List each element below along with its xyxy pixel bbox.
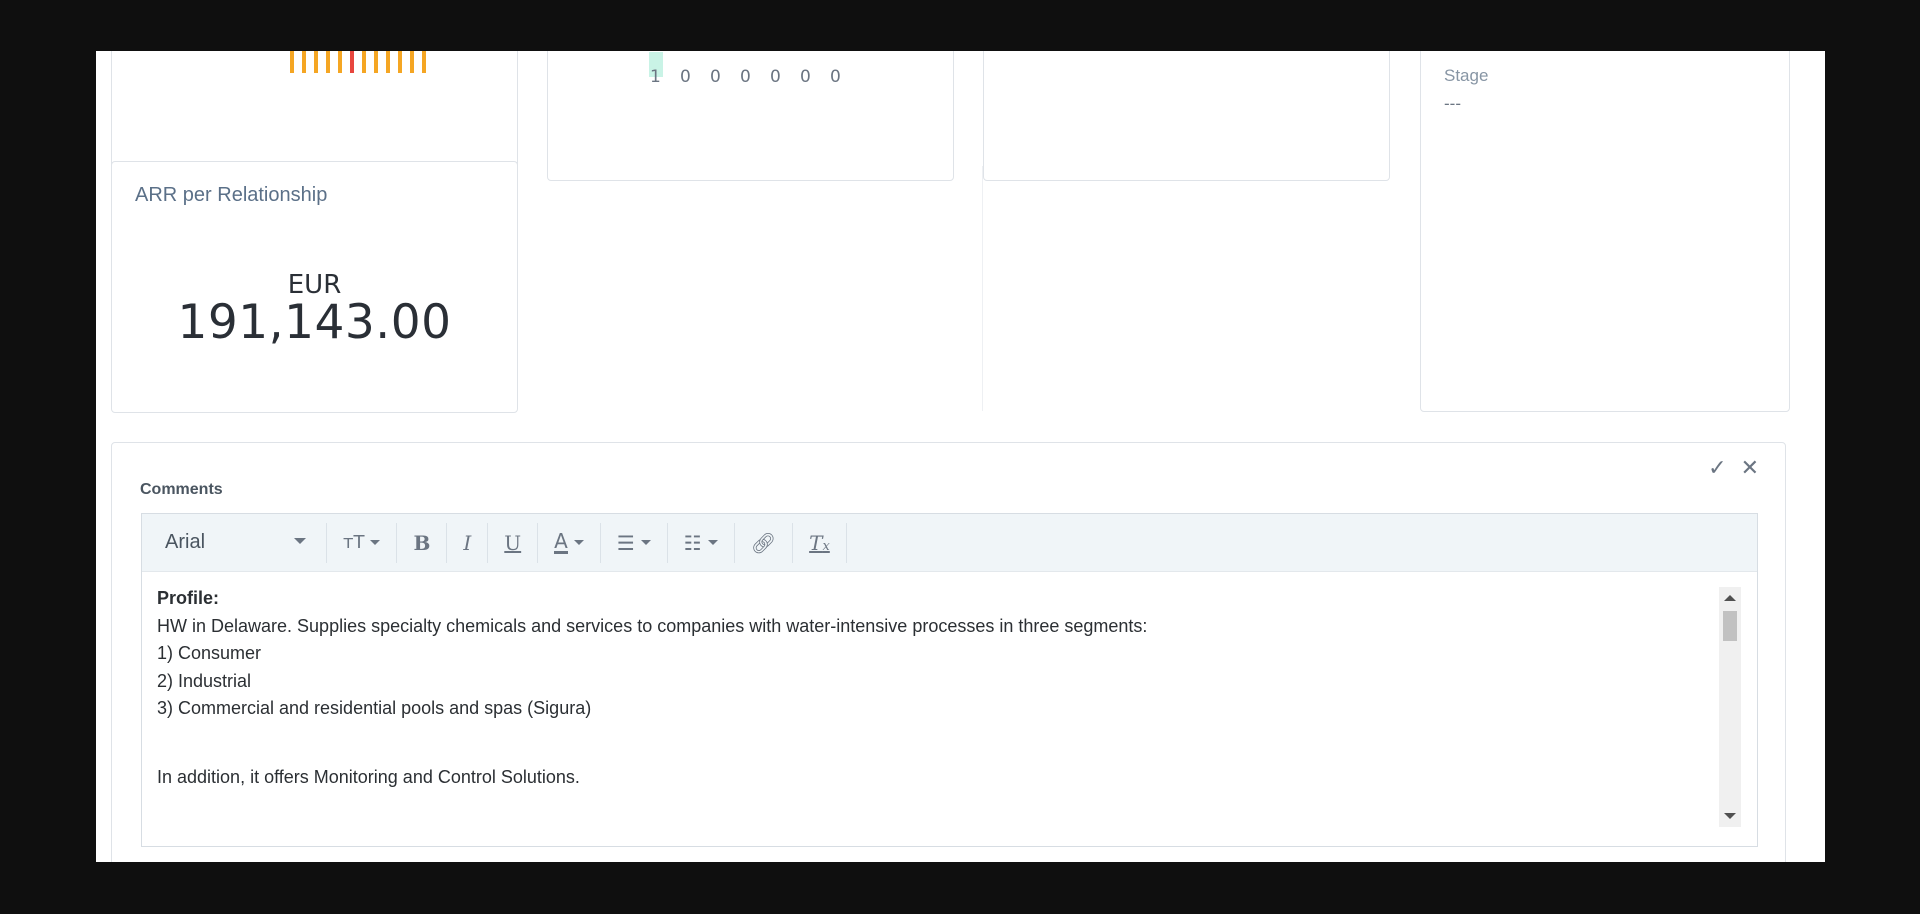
- status-bar: [314, 51, 318, 73]
- kpi-card: ARR per Relationship EUR 191,143.00: [111, 161, 518, 413]
- check-icon[interactable]: ✓: [1708, 455, 1726, 481]
- italic-icon: I: [463, 530, 472, 555]
- stage-card: Stage ---: [1420, 51, 1790, 412]
- text-color-button[interactable]: A: [538, 514, 600, 571]
- tick-label: 0: [710, 67, 721, 87]
- list-button[interactable]: ☷: [668, 514, 734, 571]
- font-family-value: Arial: [165, 531, 206, 553]
- kpi-title: ARR per Relationship: [135, 184, 328, 206]
- comment-line: In addition, it offers Monitoring and Co…: [157, 766, 580, 787]
- bold-icon: B: [413, 530, 431, 555]
- tick-label: 0: [770, 67, 781, 87]
- comments-label: Comments: [140, 481, 223, 498]
- font-size-icon: ᴛT: [343, 532, 365, 553]
- comment-line: HW in Delaware. Supplies specialty chemi…: [157, 615, 1148, 636]
- chevron-down-icon: [294, 538, 306, 544]
- toolbar-separator: [845, 522, 847, 563]
- scroll-down-icon[interactable]: [1724, 813, 1736, 819]
- comment-line: 3) Commercial and residential pools and …: [157, 698, 592, 718]
- comment-line: 2) Industrial: [157, 670, 252, 691]
- editor-content[interactable]: Profile: HW in Delaware. Supplies specia…: [157, 585, 1717, 791]
- tick-label: 1: [650, 67, 661, 87]
- comments-card: Comments ✓ ✕ Arial ᴛT B I U A ☰ ☷ 🔗︎ Tx …: [111, 442, 1786, 862]
- font-family-select[interactable]: Arial: [142, 514, 326, 571]
- clear-format-icon: Tx: [809, 530, 830, 555]
- close-icon[interactable]: ✕: [1741, 455, 1759, 481]
- bullet-list-icon: ☷: [683, 530, 702, 555]
- status-bars: [290, 51, 426, 73]
- align-button[interactable]: ☰: [601, 514, 667, 571]
- chart-tick-labels: 1 0 0 0 0 0 0: [650, 67, 860, 87]
- status-bar: [410, 51, 414, 73]
- status-bar: [374, 51, 378, 73]
- editor-scrollbar[interactable]: [1719, 587, 1741, 827]
- comment-line: 1) Consumer: [157, 643, 262, 663]
- rich-text-editor[interactable]: Arial ᴛT B I U A ☰ ☷ 🔗︎ Tx Profile: HW i…: [141, 513, 1758, 847]
- align-left-icon: ☰: [616, 530, 635, 555]
- top-card-empty: [983, 51, 1390, 181]
- font-size-button[interactable]: ᴛT: [327, 514, 396, 571]
- status-bar: [422, 51, 426, 73]
- status-bar: [302, 51, 306, 73]
- text-color-icon: A: [554, 529, 568, 554]
- status-bar: [290, 51, 294, 73]
- tick-label: 0: [680, 67, 691, 87]
- underline-icon: U: [504, 530, 522, 555]
- kpi-value: 191,143.00: [177, 295, 452, 350]
- underline-button[interactable]: U: [488, 514, 537, 571]
- tick-label: 0: [800, 67, 811, 87]
- chevron-down-icon: [640, 540, 651, 545]
- dashboard-viewport: 1 0 0 0 0 0 0 Stage --- ARR per Relation…: [96, 51, 1825, 862]
- status-bar: [362, 51, 366, 73]
- mini-chart-card: 1 0 0 0 0 0 0: [547, 51, 954, 181]
- bold-button[interactable]: B: [397, 514, 446, 571]
- comment-line: [157, 723, 1717, 764]
- link-icon: 🔗︎: [750, 530, 777, 555]
- status-bar: [326, 51, 330, 73]
- stage-value: ---: [1444, 94, 1461, 113]
- divider: [982, 166, 983, 411]
- clear-format-button[interactable]: Tx: [793, 514, 846, 571]
- chevron-down-icon: [707, 540, 718, 545]
- chevron-down-icon: [573, 540, 584, 545]
- status-bar: [338, 51, 342, 73]
- tick-label: 0: [830, 67, 841, 87]
- scroll-up-icon[interactable]: [1724, 595, 1736, 601]
- tick-label: 0: [740, 67, 751, 87]
- status-bar: [398, 51, 402, 73]
- comments-actions: ✓ ✕: [1708, 455, 1759, 481]
- scrollbar-thumb[interactable]: [1723, 611, 1737, 641]
- profile-heading: Profile:: [157, 588, 220, 608]
- stage-label: Stage: [1444, 66, 1489, 85]
- italic-button[interactable]: I: [447, 514, 487, 571]
- chevron-down-icon: [370, 540, 381, 545]
- status-bar: [386, 51, 390, 73]
- editor-toolbar: Arial ᴛT B I U A ☰ ☷ 🔗︎ Tx: [142, 514, 1757, 572]
- link-button[interactable]: 🔗︎: [735, 514, 792, 571]
- status-bar: [350, 51, 354, 73]
